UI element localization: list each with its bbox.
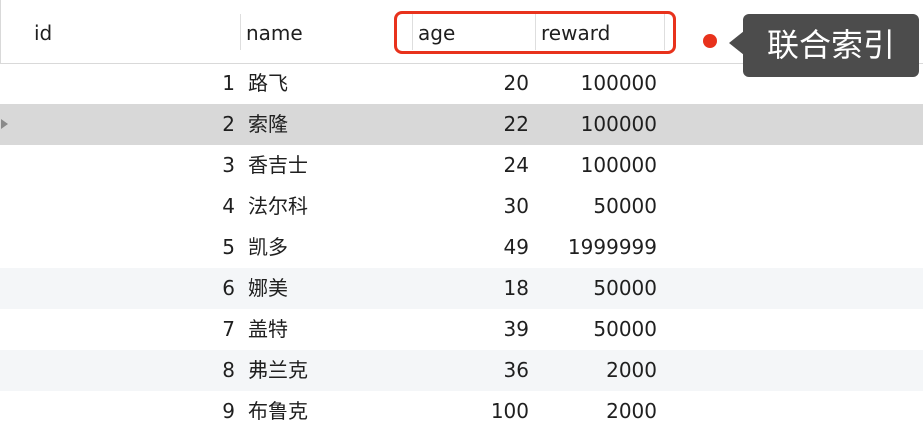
cell-age: 24 xyxy=(503,153,529,177)
cell-reward: 50000 xyxy=(593,317,657,341)
cell-name: 凯多 xyxy=(248,235,288,259)
table-row-selected[interactable]: 2 索隆 22 100000 xyxy=(0,104,923,145)
cell-reward: 2000 xyxy=(606,358,657,382)
grid-left-border xyxy=(0,0,1,63)
table-row[interactable]: 6 娜美 18 50000 xyxy=(0,268,923,309)
cell-reward: 50000 xyxy=(593,276,657,300)
cell-reward: 100000 xyxy=(580,71,657,95)
cell-name: 索隆 xyxy=(248,112,288,136)
cell-name: 布鲁克 xyxy=(248,399,308,423)
cell-id: 1 xyxy=(222,71,235,95)
cell-age: 22 xyxy=(503,112,529,136)
cell-name: 香吉士 xyxy=(248,153,308,177)
cell-name: 法尔科 xyxy=(248,194,308,218)
cell-age: 100 xyxy=(490,399,529,423)
cell-age: 30 xyxy=(503,194,529,218)
cell-reward: 2000 xyxy=(606,399,657,423)
cell-age: 18 xyxy=(503,276,529,300)
table-row[interactable]: 7 盖特 39 50000 xyxy=(0,309,923,350)
cell-id: 8 xyxy=(222,358,235,382)
column-header-id[interactable]: id xyxy=(34,20,52,46)
caret-right-icon xyxy=(1,119,8,129)
cell-reward: 100000 xyxy=(580,112,657,136)
composite-index-callout: 联合索引 xyxy=(743,14,919,77)
table-row[interactable]: 3 香吉士 24 100000 xyxy=(0,145,923,186)
cell-reward: 50000 xyxy=(593,194,657,218)
table-row[interactable]: 4 法尔科 30 50000 xyxy=(0,186,923,227)
cell-age: 49 xyxy=(503,235,529,259)
cell-age: 20 xyxy=(503,71,529,95)
cell-id: 7 xyxy=(222,317,235,341)
cell-age: 36 xyxy=(503,358,529,382)
cell-age: 39 xyxy=(503,317,529,341)
cell-id: 5 xyxy=(222,235,235,259)
table-row[interactable]: 9 布鲁克 100 2000 xyxy=(0,391,923,432)
cell-reward: 100000 xyxy=(580,153,657,177)
cell-id: 3 xyxy=(222,153,235,177)
cell-reward: 1999999 xyxy=(567,235,657,259)
cell-id: 6 xyxy=(222,276,235,300)
cell-name: 弗兰克 xyxy=(248,358,308,382)
annotation-dot xyxy=(703,34,717,48)
cell-name: 路飞 xyxy=(248,71,288,95)
cell-name: 盖特 xyxy=(248,317,288,341)
column-header-name[interactable]: name xyxy=(246,20,303,46)
table-row[interactable]: 5 凯多 49 1999999 xyxy=(0,227,923,268)
cell-name: 娜美 xyxy=(248,276,288,300)
column-divider[interactable] xyxy=(240,14,241,50)
cell-id: 4 xyxy=(222,194,235,218)
cell-id: 9 xyxy=(222,399,235,423)
callout-pointer xyxy=(729,31,744,55)
table-row[interactable]: 8 弗兰克 36 2000 xyxy=(0,350,923,391)
cell-id: 2 xyxy=(222,112,235,136)
composite-index-highlight xyxy=(394,11,676,54)
